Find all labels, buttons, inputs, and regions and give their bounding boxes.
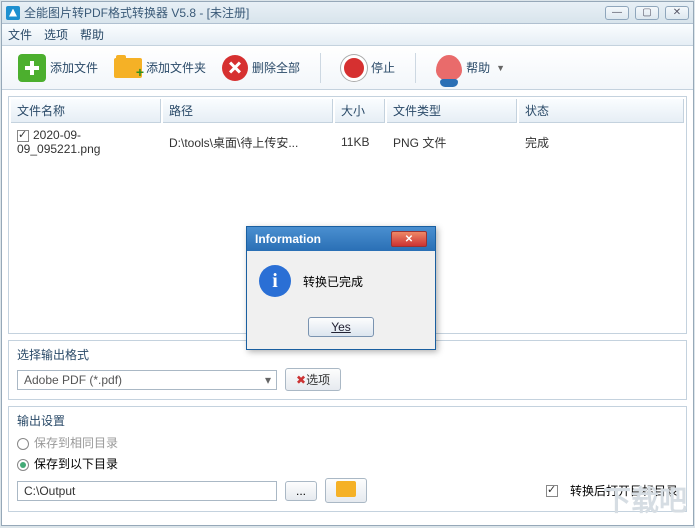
toolbar: 添加文件 添加文件夹 删除全部 停止 帮助 ▼: [2, 46, 693, 90]
folder-icon: [336, 481, 356, 497]
folder-plus-icon: [114, 58, 142, 78]
dialog-titlebar[interactable]: Information ✕: [247, 227, 435, 251]
col-name[interactable]: 文件名称: [11, 99, 161, 123]
output-title: 输出设置: [17, 412, 678, 429]
format-select[interactable]: Adobe PDF (*.pdf): [17, 370, 277, 390]
open-folder-button[interactable]: [325, 478, 367, 503]
col-status[interactable]: 状态: [519, 99, 684, 123]
delete-all-button[interactable]: 删除全部: [214, 51, 308, 85]
toolbar-separator: [320, 53, 321, 83]
col-size[interactable]: 大小: [335, 99, 385, 123]
menubar: 文件 选项 帮助: [2, 24, 693, 46]
output-section: 输出设置 保存到相同目录 保存到以下目录 ... 转换后打开目标目录: [8, 406, 687, 512]
dialog-title-text: Information: [255, 232, 321, 246]
browse-button[interactable]: ...: [285, 481, 317, 501]
delete-icon: [222, 55, 248, 81]
menu-options[interactable]: 选项: [44, 26, 68, 43]
col-path[interactable]: 路径: [163, 99, 333, 123]
help-icon: [436, 55, 462, 81]
radio-same-dir[interactable]: 保存到相同目录: [17, 434, 678, 451]
plus-icon: [18, 54, 46, 82]
menu-file[interactable]: 文件: [8, 26, 32, 43]
stop-icon: [341, 55, 367, 81]
maximize-button[interactable]: ▢: [635, 6, 659, 20]
format-options-button[interactable]: ✖选项: [285, 368, 341, 391]
dialog-message: 转换已完成: [303, 273, 363, 290]
info-dialog: Information ✕ i 转换已完成 Yes: [246, 226, 436, 350]
output-path-input[interactable]: [17, 481, 277, 501]
minimize-button[interactable]: —: [605, 6, 629, 20]
col-type[interactable]: 文件类型: [387, 99, 517, 123]
radio-icon: [17, 438, 29, 450]
dialog-close-button[interactable]: ✕: [391, 231, 427, 247]
radio-below-dir[interactable]: 保存到以下目录: [17, 455, 678, 472]
row-checkbox[interactable]: [17, 130, 29, 142]
table-header-row: 文件名称 路径 大小 文件类型 状态: [11, 99, 684, 123]
table-row[interactable]: 2020-09-09_095221.png D:\tools\桌面\待上传安..…: [11, 125, 684, 159]
open-after-checkbox[interactable]: [546, 485, 558, 497]
stop-button[interactable]: 停止: [333, 51, 403, 85]
menu-help[interactable]: 帮助: [80, 26, 104, 43]
radio-icon: [17, 459, 29, 471]
app-icon: [6, 6, 20, 20]
add-file-button[interactable]: 添加文件: [10, 50, 106, 86]
close-button[interactable]: ✕: [665, 6, 689, 20]
help-button[interactable]: 帮助 ▼: [428, 51, 513, 85]
toolbar-separator: [415, 53, 416, 83]
info-icon: i: [259, 265, 291, 297]
dropdown-icon: ▼: [496, 63, 505, 73]
open-after-label: 转换后打开目标目录: [570, 482, 678, 499]
window-title: 全能图片转PDF格式转换器 V5.8 - [未注册]: [24, 4, 605, 21]
wrench-icon: ✖: [296, 373, 306, 387]
titlebar[interactable]: 全能图片转PDF格式转换器 V5.8 - [未注册] — ▢ ✕: [2, 2, 693, 24]
add-folder-button[interactable]: 添加文件夹: [106, 50, 214, 86]
dialog-yes-button[interactable]: Yes: [308, 317, 374, 337]
